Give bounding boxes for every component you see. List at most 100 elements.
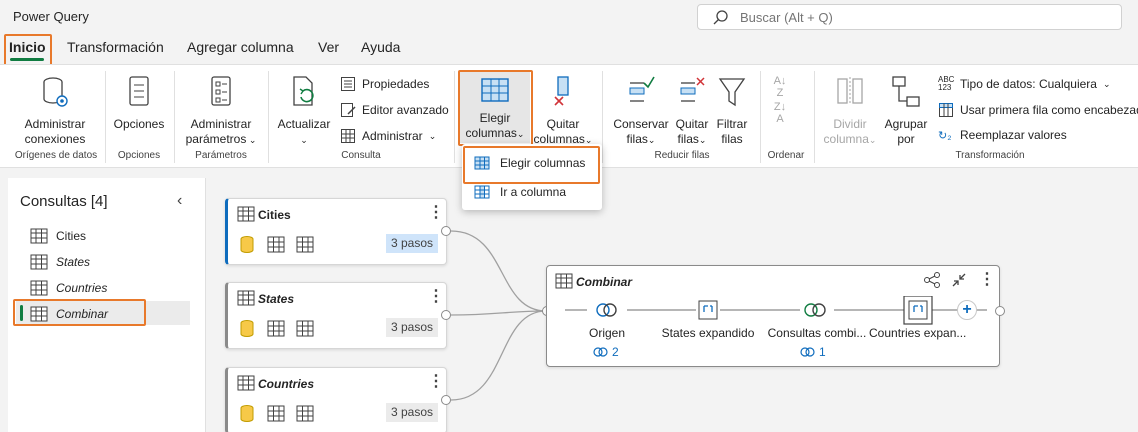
refresh-icon <box>274 75 334 113</box>
manage-label: Administrar <box>362 129 423 143</box>
link-icon <box>800 347 815 357</box>
chevron-down-icon: ⌄ <box>516 129 525 139</box>
admin-connections-label: Administrar conexiones <box>24 117 86 146</box>
properties-icon <box>341 77 355 91</box>
search-input[interactable] <box>740 8 1100 26</box>
menu-item-go-to-column[interactable]: Ir a columna <box>474 185 566 199</box>
more-options-icon[interactable]: ⋮ <box>428 202 444 222</box>
group-by-icon <box>880 75 932 113</box>
query-item-cities[interactable]: Cities <box>30 228 86 244</box>
manage-parameters-button[interactable]: Administrar parámetros ⌄ <box>180 75 262 148</box>
choose-columns-icon <box>474 156 490 170</box>
remove-columns-button[interactable]: Quitar columnas⌄ <box>532 75 594 148</box>
step-countries-expandido[interactable]: Countries expan... <box>869 326 966 340</box>
remove-rows-button[interactable]: Quitar filas⌄ <box>672 75 712 148</box>
query-card-combinar[interactable]: Combinar ⋮ + Origen States expandido Con… <box>546 265 1000 367</box>
collapse-icon[interactable] <box>950 271 968 289</box>
advanced-editor-button[interactable]: Editor avanzado <box>340 102 449 118</box>
properties-button[interactable]: Propiedades <box>340 76 429 92</box>
group-by-button[interactable]: Agrupar por <box>880 75 932 147</box>
sort-ascending-icon: A↓ Z <box>773 75 787 99</box>
collapse-pane-icon[interactable]: ‹ <box>177 192 182 210</box>
step-consultas-combinadas[interactable]: Consultas combi... <box>762 326 872 340</box>
split-column-button[interactable]: Dividir columna⌄ <box>820 75 880 148</box>
keep-rows-label-2: filas <box>626 132 648 146</box>
group-label-reduce-rows: Reducir filas <box>654 150 710 161</box>
admin-connections-button[interactable]: Administrar conexiones <box>14 75 96 147</box>
first-row-header-button[interactable]: Usar primera fila como encabezado <box>938 102 1138 118</box>
header-row-icon <box>939 103 953 117</box>
search-icon <box>712 9 730 30</box>
replace-values-icon: ↻₂ <box>938 129 952 142</box>
tab-inicio[interactable]: Inicio <box>9 39 46 55</box>
ribbon-tabs: Inicio Transformación Agregar columna Ve… <box>0 34 1138 64</box>
divider <box>174 71 175 163</box>
step-link-count[interactable]: 1 <box>800 345 826 359</box>
options-label: Opciones <box>113 117 165 131</box>
output-port[interactable] <box>441 226 451 236</box>
keep-rows-button[interactable]: Conservar filas⌄ <box>612 75 670 148</box>
refresh-label: Actualizar <box>277 117 331 131</box>
divider <box>454 71 455 163</box>
table-icon <box>30 228 48 244</box>
group-label-sort: Ordenar <box>767 150 805 161</box>
share-icon[interactable] <box>923 271 941 289</box>
more-options-icon[interactable]: ⋮ <box>428 371 444 391</box>
split-column-icon <box>820 75 880 113</box>
filter-rows-button[interactable]: Filtrar filas <box>712 75 752 147</box>
output-port[interactable] <box>995 306 1005 316</box>
query-item-states[interactable]: States <box>30 254 90 270</box>
query-card-countries[interactable]: Countries ⋮ 3 pasos <box>225 367 447 432</box>
more-options-icon[interactable]: ⋮ <box>428 286 444 306</box>
tab-agregar-columna[interactable]: Agregar columna <box>187 39 294 55</box>
table-icon <box>30 280 48 296</box>
step-states-expandido[interactable]: States expandido <box>657 326 759 340</box>
output-port[interactable] <box>441 395 451 405</box>
tab-ayuda[interactable]: Ayuda <box>361 39 400 55</box>
data-type-label: Tipo de datos: Cualquiera <box>960 77 1097 91</box>
chevron-down-icon: ⌄ <box>300 135 308 145</box>
menu-item-choose-columns[interactable]: Elegir columnas <box>474 156 585 170</box>
remove-columns-icon <box>532 75 594 113</box>
step-icons <box>240 405 314 422</box>
step-origen[interactable]: Origen <box>567 326 647 340</box>
options-button[interactable]: Opciones <box>110 75 168 132</box>
choose-columns-label-1: Elegir <box>479 111 511 125</box>
divider <box>814 71 815 163</box>
menu-item-label: Elegir columnas <box>500 156 586 170</box>
search-box[interactable] <box>697 4 1122 30</box>
output-port[interactable] <box>441 310 451 320</box>
selected-item-indicator <box>20 305 23 321</box>
more-options-icon[interactable]: ⋮ <box>979 269 995 289</box>
step-link-count[interactable]: 2 <box>593 345 619 359</box>
tab-ver[interactable]: Ver <box>318 39 339 55</box>
query-item-countries[interactable]: Countries <box>30 280 107 296</box>
tab-transformacion[interactable]: Transformación <box>67 39 164 55</box>
split-column-label-1: Dividir <box>833 117 867 131</box>
properties-label: Propiedades <box>362 77 430 91</box>
options-list-icon <box>110 75 168 113</box>
remove-rows-label-2: filas <box>677 132 699 146</box>
keep-rows-label-1: Conservar <box>613 117 669 131</box>
parameters-icon <box>180 75 262 113</box>
choose-columns-button[interactable]: Elegir columnas⌄ <box>460 71 530 143</box>
menu-item-label: Ir a columna <box>500 185 567 199</box>
sort-descending-icon: Z↓ A <box>773 101 787 125</box>
replace-values-button[interactable]: ↻₂ Reemplazar valores <box>938 128 1067 142</box>
query-item-combinar[interactable]: Combinar <box>30 306 108 322</box>
sort-ascending-button[interactable]: A↓ Z <box>770 75 790 99</box>
editor-icon <box>341 103 356 117</box>
add-step-button[interactable]: + <box>957 300 977 320</box>
query-card-cities[interactable]: Cities ⋮ 3 pasos <box>225 198 447 265</box>
refresh-button[interactable]: Actualizar ⌄ <box>274 75 334 148</box>
data-type-button[interactable]: ABC 123 Tipo de datos: Cualquiera ⌄ <box>938 76 1111 92</box>
group-by-label-2: por <box>897 132 915 146</box>
table-icon <box>30 306 48 322</box>
remove-rows-icon <box>672 75 712 113</box>
table-icon <box>341 129 355 143</box>
manage-button[interactable]: Administrar ⌄ <box>340 128 436 144</box>
query-card-states[interactable]: States ⋮ 3 pasos <box>225 282 447 349</box>
remove-rows-label-1: Quitar <box>675 117 709 131</box>
sort-descending-button[interactable]: Z↓ A <box>770 101 790 125</box>
remove-columns-label-1: Quitar <box>546 117 580 131</box>
